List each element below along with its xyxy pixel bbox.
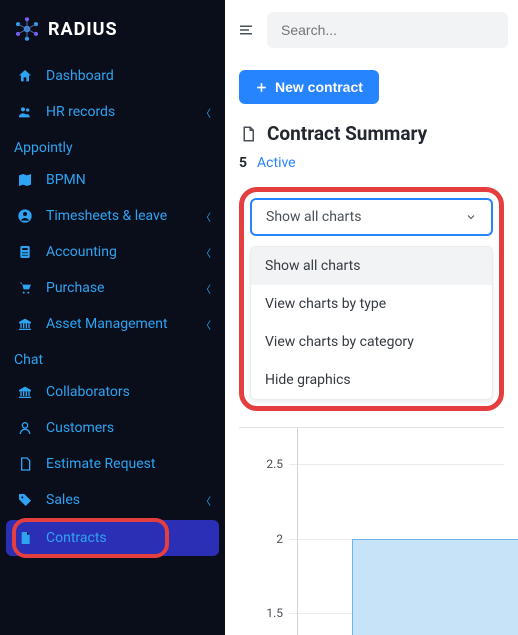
page-title-row: Contract Summary [239, 122, 504, 145]
sidebar-item-label: Accounting [46, 244, 201, 260]
y-tick: 1.5 [266, 606, 283, 620]
new-contract-label: New contract [275, 79, 363, 95]
document-icon [239, 125, 257, 143]
home-icon [14, 68, 36, 84]
chart-filter-menu: Show all charts View charts by type View… [250, 246, 493, 400]
sidebar-item-timesheets[interactable]: Timesheets & leave 〈 [0, 198, 225, 234]
plus-icon [255, 81, 268, 94]
main-area: New contract Contract Summary 5 Active S… [225, 0, 518, 635]
sidebar-section-appointly[interactable]: Appointly [0, 130, 225, 162]
contract-chart: 2.5 2 1.5 1 [239, 427, 504, 635]
sidebar-item-sales[interactable]: Sales 〈 [0, 482, 225, 518]
status-count: 5 [239, 155, 247, 171]
brand-name: RADIUS [48, 19, 118, 40]
content: New contract Contract Summary 5 Active S… [225, 60, 518, 635]
sidebar-item-label: Customers [46, 420, 211, 436]
chart-bar [352, 539, 518, 635]
sidebar-item-customers[interactable]: Customers [0, 410, 225, 446]
chevron-left-icon: 〈 [201, 209, 211, 224]
radius-logo-icon [14, 16, 40, 42]
chart-filter-option[interactable]: Hide graphics [251, 361, 492, 399]
bank-icon [14, 316, 36, 332]
document-icon [14, 456, 36, 472]
chart-plot [297, 428, 504, 635]
chart-filter-highlight: Show all charts Show all charts View cha… [239, 187, 504, 411]
chevron-left-icon: 〈 [201, 245, 211, 260]
sidebar-item-estimate-request[interactable]: Estimate Request [0, 446, 225, 482]
file-icon [14, 530, 36, 546]
calculator-icon [14, 244, 36, 260]
users-icon [14, 104, 36, 120]
sidebar-item-label: Asset Management [46, 316, 201, 332]
brand-logo[interactable]: RADIUS [0, 0, 225, 58]
sidebar-item-label: Collaborators [46, 384, 211, 400]
sidebar-item-label: Dashboard [46, 68, 211, 84]
sidebar-item-label: HR records [46, 104, 201, 120]
status-row: 5 Active [239, 155, 504, 171]
map-icon [14, 172, 36, 188]
topbar [225, 0, 518, 60]
sidebar-item-label: Sales [46, 492, 201, 508]
chevron-down-icon [465, 211, 477, 223]
chart-filter-selected: Show all charts [266, 209, 361, 225]
chart-filter-dropdown[interactable]: Show all charts [250, 198, 493, 236]
sidebar-item-accounting[interactable]: Accounting 〈 [0, 234, 225, 270]
status-label[interactable]: Active [257, 155, 296, 171]
new-contract-button[interactable]: New contract [239, 70, 379, 104]
chevron-left-icon: 〈 [201, 317, 211, 332]
menu-toggle-icon[interactable] [235, 19, 257, 41]
search-input[interactable] [267, 12, 508, 48]
y-tick: 2.5 [266, 457, 283, 471]
page-title: Contract Summary [267, 122, 427, 145]
sidebar-item-contracts[interactable]: Contracts [6, 520, 219, 556]
tag-icon [14, 492, 36, 508]
sidebar-item-asset-management[interactable]: Asset Management 〈 [0, 306, 225, 342]
chevron-left-icon: 〈 [201, 493, 211, 508]
sidebar-item-hr-records[interactable]: HR records 〈 [0, 94, 225, 130]
sidebar-item-purchase[interactable]: Purchase 〈 [0, 270, 225, 306]
chart-filter-option[interactable]: View charts by category [251, 323, 492, 361]
sidebar-item-label: Contracts [46, 530, 211, 546]
cart-icon [14, 280, 36, 296]
sidebar-section-chat[interactable]: Chat [0, 342, 225, 374]
sidebar-item-label: Estimate Request [46, 456, 211, 472]
sidebar-item-label: Timesheets & leave [46, 208, 201, 224]
bank-icon [14, 384, 36, 400]
y-tick: 2 [276, 532, 283, 546]
chart-filter-option[interactable]: Show all charts [251, 247, 492, 285]
sidebar-item-dashboard[interactable]: Dashboard [0, 58, 225, 94]
sidebar: RADIUS Dashboard HR records 〈 Appointly … [0, 0, 225, 635]
sidebar-item-bpmn[interactable]: BPMN [0, 162, 225, 198]
chart-filter-option[interactable]: View charts by type [251, 285, 492, 323]
sidebar-item-label: Purchase [46, 280, 201, 296]
user-circle-icon [14, 208, 36, 224]
chevron-left-icon: 〈 [201, 105, 211, 120]
sidebar-item-collaborators[interactable]: Collaborators [0, 374, 225, 410]
chevron-left-icon: 〈 [201, 281, 211, 296]
sidebar-item-label: BPMN [46, 172, 211, 188]
chart-y-axis: 2.5 2 1.5 1 [239, 428, 289, 635]
person-icon [14, 420, 36, 436]
